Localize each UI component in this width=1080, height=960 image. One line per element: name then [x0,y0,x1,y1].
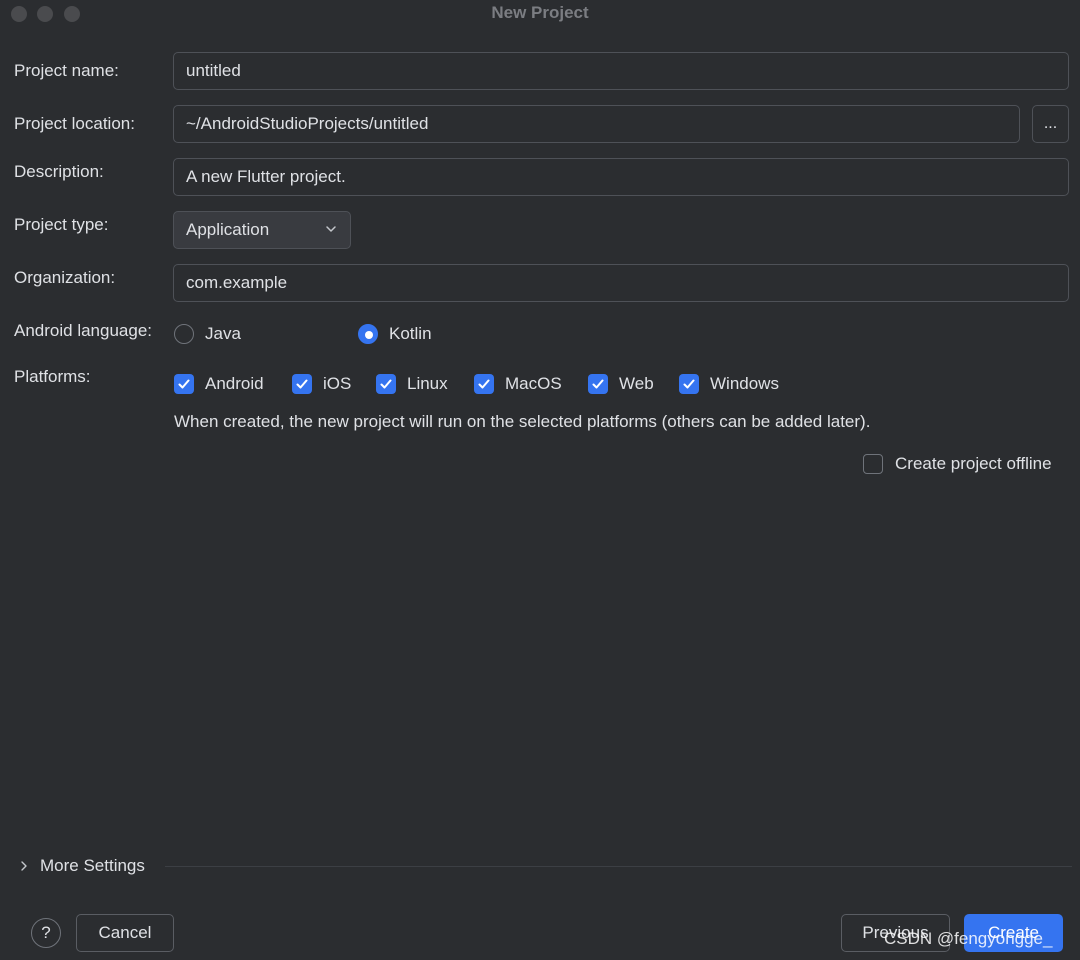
checkmark-icon [292,374,312,394]
platform-android-checkbox[interactable]: Android [174,374,264,394]
radio-kotlin[interactable]: Kotlin [358,324,432,344]
window-title: New Project [491,3,589,22]
more-settings-divider [165,866,1072,867]
platform-windows-label: Windows [710,374,779,393]
watermark-text: CSDN @fengyongge_ [884,929,1053,948]
android-language-label: Android language: [14,321,153,340]
project-location-label: Project location: [14,114,135,133]
title-bar: New Project [0,0,1080,28]
create-offline-checkbox[interactable]: Create project offline [863,454,1052,474]
checkmark-icon [588,374,608,394]
radio-java-label: Java [205,324,241,343]
platform-ios-checkbox[interactable]: iOS [292,374,351,394]
platform-ios-label: iOS [323,374,352,393]
create-offline-label: Create project offline [895,454,1052,473]
project-name-value: untitled [186,61,241,80]
organization-label: Organization: [14,268,116,287]
checkmark-icon [474,374,494,394]
platform-web-checkbox[interactable]: Web [588,374,654,394]
platform-macos-checkbox[interactable]: MacOS [474,374,562,394]
organization-input[interactable]: com.example [173,264,1069,302]
cancel-button[interactable]: Cancel [76,914,174,952]
checkmark-icon [174,374,194,394]
project-location-value: ~/AndroidStudioProjects/untitled [186,114,429,133]
radio-kotlin-label: Kotlin [389,324,432,343]
description-input[interactable]: A new Flutter project. [173,158,1069,196]
help-button[interactable]: ? [31,918,61,948]
checkmark-icon [679,374,699,394]
project-type-label: Project type: [14,215,109,234]
more-settings-toggle[interactable]: More Settings [18,856,145,876]
browse-location-button[interactable]: ... [1032,105,1069,143]
radio-kotlin-indicator [358,324,378,344]
platform-windows-checkbox[interactable]: Windows [679,374,779,394]
platform-linux-checkbox[interactable]: Linux [376,374,448,394]
checkbox-unchecked-icon [863,454,883,474]
organization-value: com.example [186,273,288,292]
platform-linux-label: Linux [407,374,448,393]
project-name-input[interactable]: untitled [173,52,1069,90]
chevron-down-icon [326,226,336,232]
radio-java-indicator [174,324,194,344]
more-settings-label: More Settings [40,856,145,875]
new-project-dialog: New Project Project name: untitled Proje… [0,0,1080,960]
chevron-right-icon [21,861,27,871]
project-type-dropdown[interactable]: Application [173,211,351,249]
description-value: A new Flutter project. [186,167,346,186]
project-type-value: Application [186,220,270,239]
platforms-hint: When created, the new project will run o… [174,412,871,431]
description-label: Description: [14,162,104,181]
platforms-label: Platforms: [14,367,91,386]
radio-java[interactable]: Java [174,324,241,344]
platform-android-label: Android [205,374,264,393]
project-name-label: Project name: [14,61,119,80]
platform-macos-label: MacOS [505,374,562,393]
checkmark-icon [376,374,396,394]
project-location-input[interactable]: ~/AndroidStudioProjects/untitled [173,105,1020,143]
platform-web-label: Web [619,374,654,393]
